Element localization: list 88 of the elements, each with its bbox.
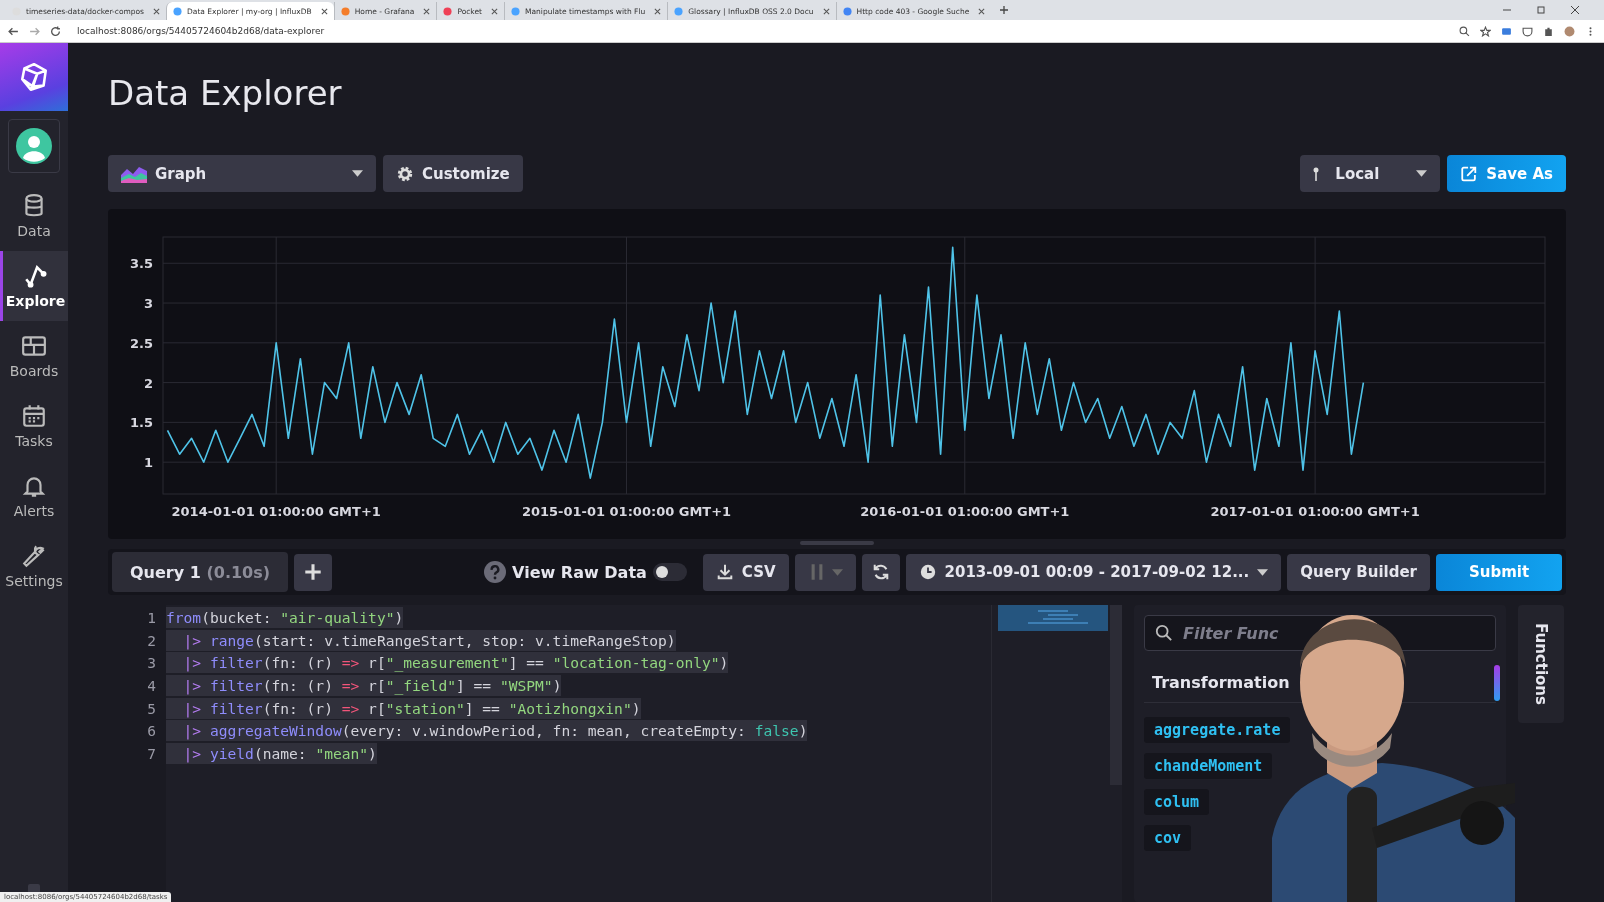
download-icon: [715, 563, 734, 581]
csv-button[interactable]: CSV: [702, 553, 789, 591]
calendar-icon: [21, 403, 47, 429]
site-icon: [842, 6, 852, 16]
close-icon[interactable]: [423, 7, 431, 15]
new-tab-icon[interactable]: [999, 5, 1010, 15]
line-number: 7: [146, 745, 157, 765]
reload-icon[interactable]: [50, 25, 61, 37]
resize-handle[interactable]: [800, 541, 874, 545]
function-item[interactable]: cov: [1144, 825, 1192, 851]
customize-button[interactable]: Customize: [383, 155, 523, 192]
search-icon: [1155, 624, 1173, 642]
x-tick-label: 2015-01-01 01:00:00 GMT+1: [521, 504, 732, 519]
refresh-button[interactable]: [861, 553, 900, 591]
nav-item[interactable]: Boards: [0, 321, 68, 391]
site-icon: [340, 6, 350, 16]
pin-icon: [1313, 166, 1320, 181]
shield-icon[interactable]: [1522, 25, 1533, 37]
site-icon: [511, 6, 520, 16]
functions-tab[interactable]: Functions: [1518, 605, 1564, 723]
help-icon[interactable]: [484, 561, 507, 583]
restore-icon[interactable]: [1536, 5, 1546, 15]
close-icon[interactable]: [491, 7, 498, 15]
x-tick-label: 2014-01-01 01:00:00 GMT+1: [171, 504, 381, 519]
function-item[interactable]: chandeMoment: [1144, 753, 1273, 779]
nav-item[interactable]: Alerts: [0, 461, 68, 531]
y-tick-label: 1.5: [129, 415, 153, 431]
extension-icon[interactable]: [1501, 25, 1512, 37]
caret-icon: [1257, 568, 1269, 576]
close-icon[interactable]: [320, 7, 328, 15]
nav-item[interactable]: Data: [0, 181, 68, 251]
site-icon: [443, 6, 453, 16]
caret-icon: [831, 568, 843, 576]
line-number: 5: [146, 699, 157, 719]
view-raw-data-label: View Raw Data: [512, 562, 647, 582]
caret-icon: [352, 170, 363, 177]
x-tick-label: 2016-01-01 01:00:00 GMT+1: [860, 504, 1070, 519]
time-range-dropdown[interactable]: 2013-09-01 00:09 - 2017-09-02 12...: [905, 553, 1282, 591]
back-icon[interactable]: [8, 25, 19, 37]
raw-data-toggle[interactable]: [652, 563, 687, 581]
scrollbar-thumb[interactable]: [1494, 665, 1500, 701]
x-tick-label: 2017-01-01 01:00:00 GMT+1: [1210, 504, 1420, 519]
caret-icon: [1416, 170, 1428, 177]
y-tick-label: 1: [143, 455, 153, 471]
query-tab[interactable]: Query 1 (0.10s): [112, 552, 289, 592]
nav-item[interactable]: Explore: [0, 251, 68, 321]
refresh-icon: [871, 563, 890, 581]
nav-item[interactable]: Tasks: [0, 391, 68, 461]
cube-logo-icon: [18, 61, 50, 93]
y-tick-label: 2: [143, 375, 153, 391]
close-icon[interactable]: [822, 7, 830, 15]
line-number: 3: [146, 654, 157, 674]
site-icon: [173, 6, 183, 16]
graph-type-dropdown[interactable]: Graph: [108, 155, 376, 192]
y-tick-label: 3: [143, 296, 153, 312]
line-number: 1: [146, 609, 157, 628]
add-query-button[interactable]: [294, 553, 333, 591]
logo-tile[interactable]: [0, 43, 68, 111]
close-icon[interactable]: [1570, 5, 1580, 15]
y-tick-label: 2.5: [129, 335, 153, 351]
profile-icon[interactable]: [1564, 25, 1575, 37]
site-icon: [674, 6, 684, 16]
zoom-icon[interactable]: [1459, 25, 1470, 37]
wrench-icon: [21, 543, 47, 569]
export-icon: [1460, 164, 1479, 183]
bucket-dropdown[interactable]: Local: [1300, 155, 1441, 192]
line-number: 2: [146, 631, 157, 651]
puzzle-icon[interactable]: [1543, 25, 1554, 37]
line-number: 4: [146, 677, 157, 697]
pause-dropdown[interactable]: [794, 553, 856, 591]
close-icon[interactable]: [978, 7, 986, 15]
plus-icon: [304, 563, 323, 581]
close-icon[interactable]: [654, 7, 662, 15]
y-tick-label: 3.5: [129, 256, 153, 272]
star-icon[interactable]: [1480, 25, 1491, 37]
close-icon[interactable]: [153, 7, 161, 15]
function-item[interactable]: colum: [1144, 789, 1210, 815]
user-avatar-icon: [16, 128, 52, 164]
function-item[interactable]: aggregate.rate: [1144, 717, 1291, 743]
page-title: Data Explorer: [108, 72, 343, 115]
query-builder-button[interactable]: Query Builder: [1287, 553, 1430, 591]
avatar-frame[interactable]: [8, 119, 60, 173]
gear-icon: [396, 164, 414, 183]
clock-icon: [918, 563, 937, 581]
grid-icon: [21, 333, 47, 359]
area-graph-icon: [121, 164, 147, 183]
nav-item[interactable]: Settings: [0, 531, 68, 601]
line-number: 6: [146, 722, 157, 742]
